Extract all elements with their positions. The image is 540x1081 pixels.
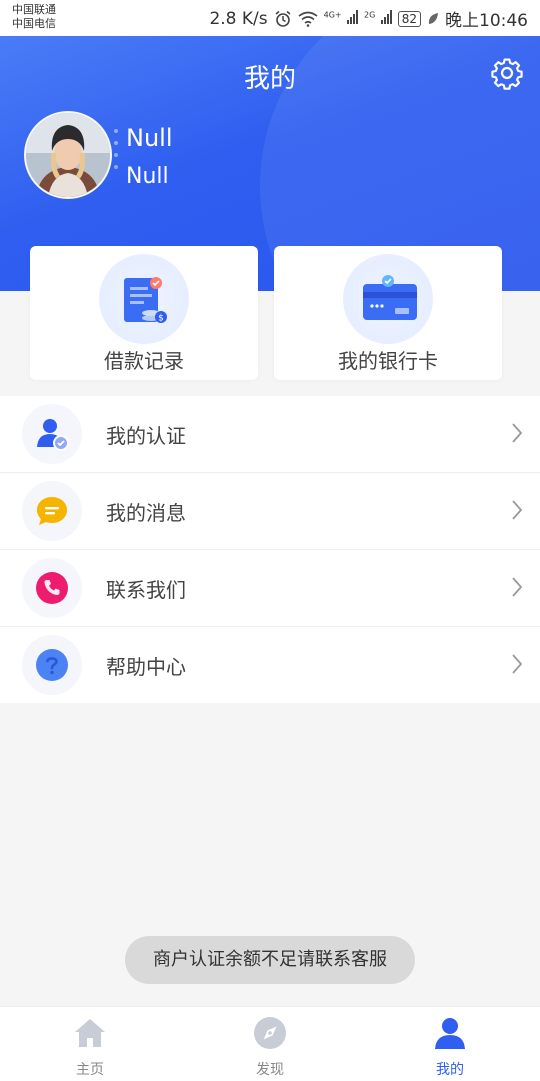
user-name: Null [126, 124, 173, 152]
user-subtitle: Null [126, 164, 169, 189]
menu-item-verification[interactable]: 我的认证 [0, 396, 540, 473]
bank-card-illustration [343, 254, 433, 344]
person-icon [435, 1018, 465, 1049]
tab-home-label: 主页 [76, 1062, 104, 1078]
phone-icon-wrap [22, 558, 82, 618]
help-icon-wrap [22, 635, 82, 695]
chevron-right-icon [512, 577, 523, 597]
tab-discover-label: 发现 [256, 1062, 284, 1078]
signal-bars-2-icon [380, 9, 392, 24]
menu-label-verification: 我的认证 [106, 424, 186, 448]
battery-level: 82 [397, 10, 421, 27]
menu-item-contact[interactable]: 联系我们 [0, 550, 540, 627]
document-money-icon: $ [124, 277, 167, 324]
menu-item-help[interactable]: 帮助中心 [0, 627, 540, 703]
status-indicators: 2.8 K/s 4G+ 2G 82 晚上10:46 [209, 6, 528, 32]
signal-bars-1-icon [347, 9, 359, 24]
signal-2g: 2G [364, 9, 392, 29]
settings-gear-icon[interactable] [490, 56, 524, 90]
wifi-icon [298, 11, 318, 27]
menu-list: 我的认证 我的消息 联系我们 帮助中心 [0, 396, 540, 703]
user-verified-icon-wrap [22, 404, 82, 464]
leaf-icon [428, 12, 438, 24]
tab-mine[interactable]: 我的 [360, 1007, 540, 1081]
menu-item-messages[interactable]: 我的消息 [0, 473, 540, 550]
loan-records-illustration: $ [99, 254, 189, 344]
svg-text:$: $ [158, 314, 164, 324]
bank-card-card[interactable]: 我的银行卡 [274, 246, 502, 380]
carrier-2: 中国电信 [12, 17, 56, 30]
tab-home[interactable]: 主页 [0, 1007, 180, 1081]
menu-label-contact: 联系我们 [106, 578, 186, 602]
network-type-2: 2G [364, 9, 376, 19]
chevron-right-icon [512, 500, 523, 520]
loan-records-label: 借款记录 [104, 349, 184, 373]
tab-mine-label: 我的 [436, 1062, 464, 1078]
alarm-icon [275, 10, 291, 27]
avatar-photo-icon [26, 113, 110, 197]
toast-message: 商户认证余额不足请联系客服 [125, 936, 415, 984]
tab-discover[interactable]: 发现 [180, 1007, 360, 1081]
message-icon [37, 497, 67, 525]
network-speed: 2.8 K/s [209, 8, 268, 29]
loan-records-card[interactable]: $ 借款记录 [30, 246, 258, 380]
network-type-1: 4G+ [323, 9, 342, 19]
bottom-tab-bar: 主页 发现 我的 [0, 1006, 540, 1081]
avatar[interactable] [24, 111, 112, 199]
decorative-dots [114, 129, 120, 179]
clock: 晚上10:46 [445, 11, 528, 31]
menu-label-help: 帮助中心 [106, 655, 186, 679]
carrier-info: 中国联通 中国电信 [12, 3, 56, 31]
user-verified-icon [37, 419, 69, 451]
carrier-1: 中国联通 [12, 3, 56, 16]
status-bar: 中国联通 中国电信 2.8 K/s 4G+ 2G 82 晚上10:46 [0, 0, 540, 36]
signal-4g: 4G+ [323, 9, 359, 29]
help-icon [36, 649, 68, 681]
menu-label-messages: 我的消息 [106, 501, 186, 525]
bank-card-label: 我的银行卡 [338, 349, 438, 373]
page-title: 我的 [243, 64, 296, 94]
home-icon [75, 1019, 105, 1047]
phone-icon [36, 572, 68, 604]
chevron-right-icon [512, 654, 523, 674]
compass-icon [254, 1017, 286, 1049]
chevron-right-icon [512, 423, 523, 443]
message-icon-wrap [22, 481, 82, 541]
bank-card-icon [363, 275, 417, 320]
